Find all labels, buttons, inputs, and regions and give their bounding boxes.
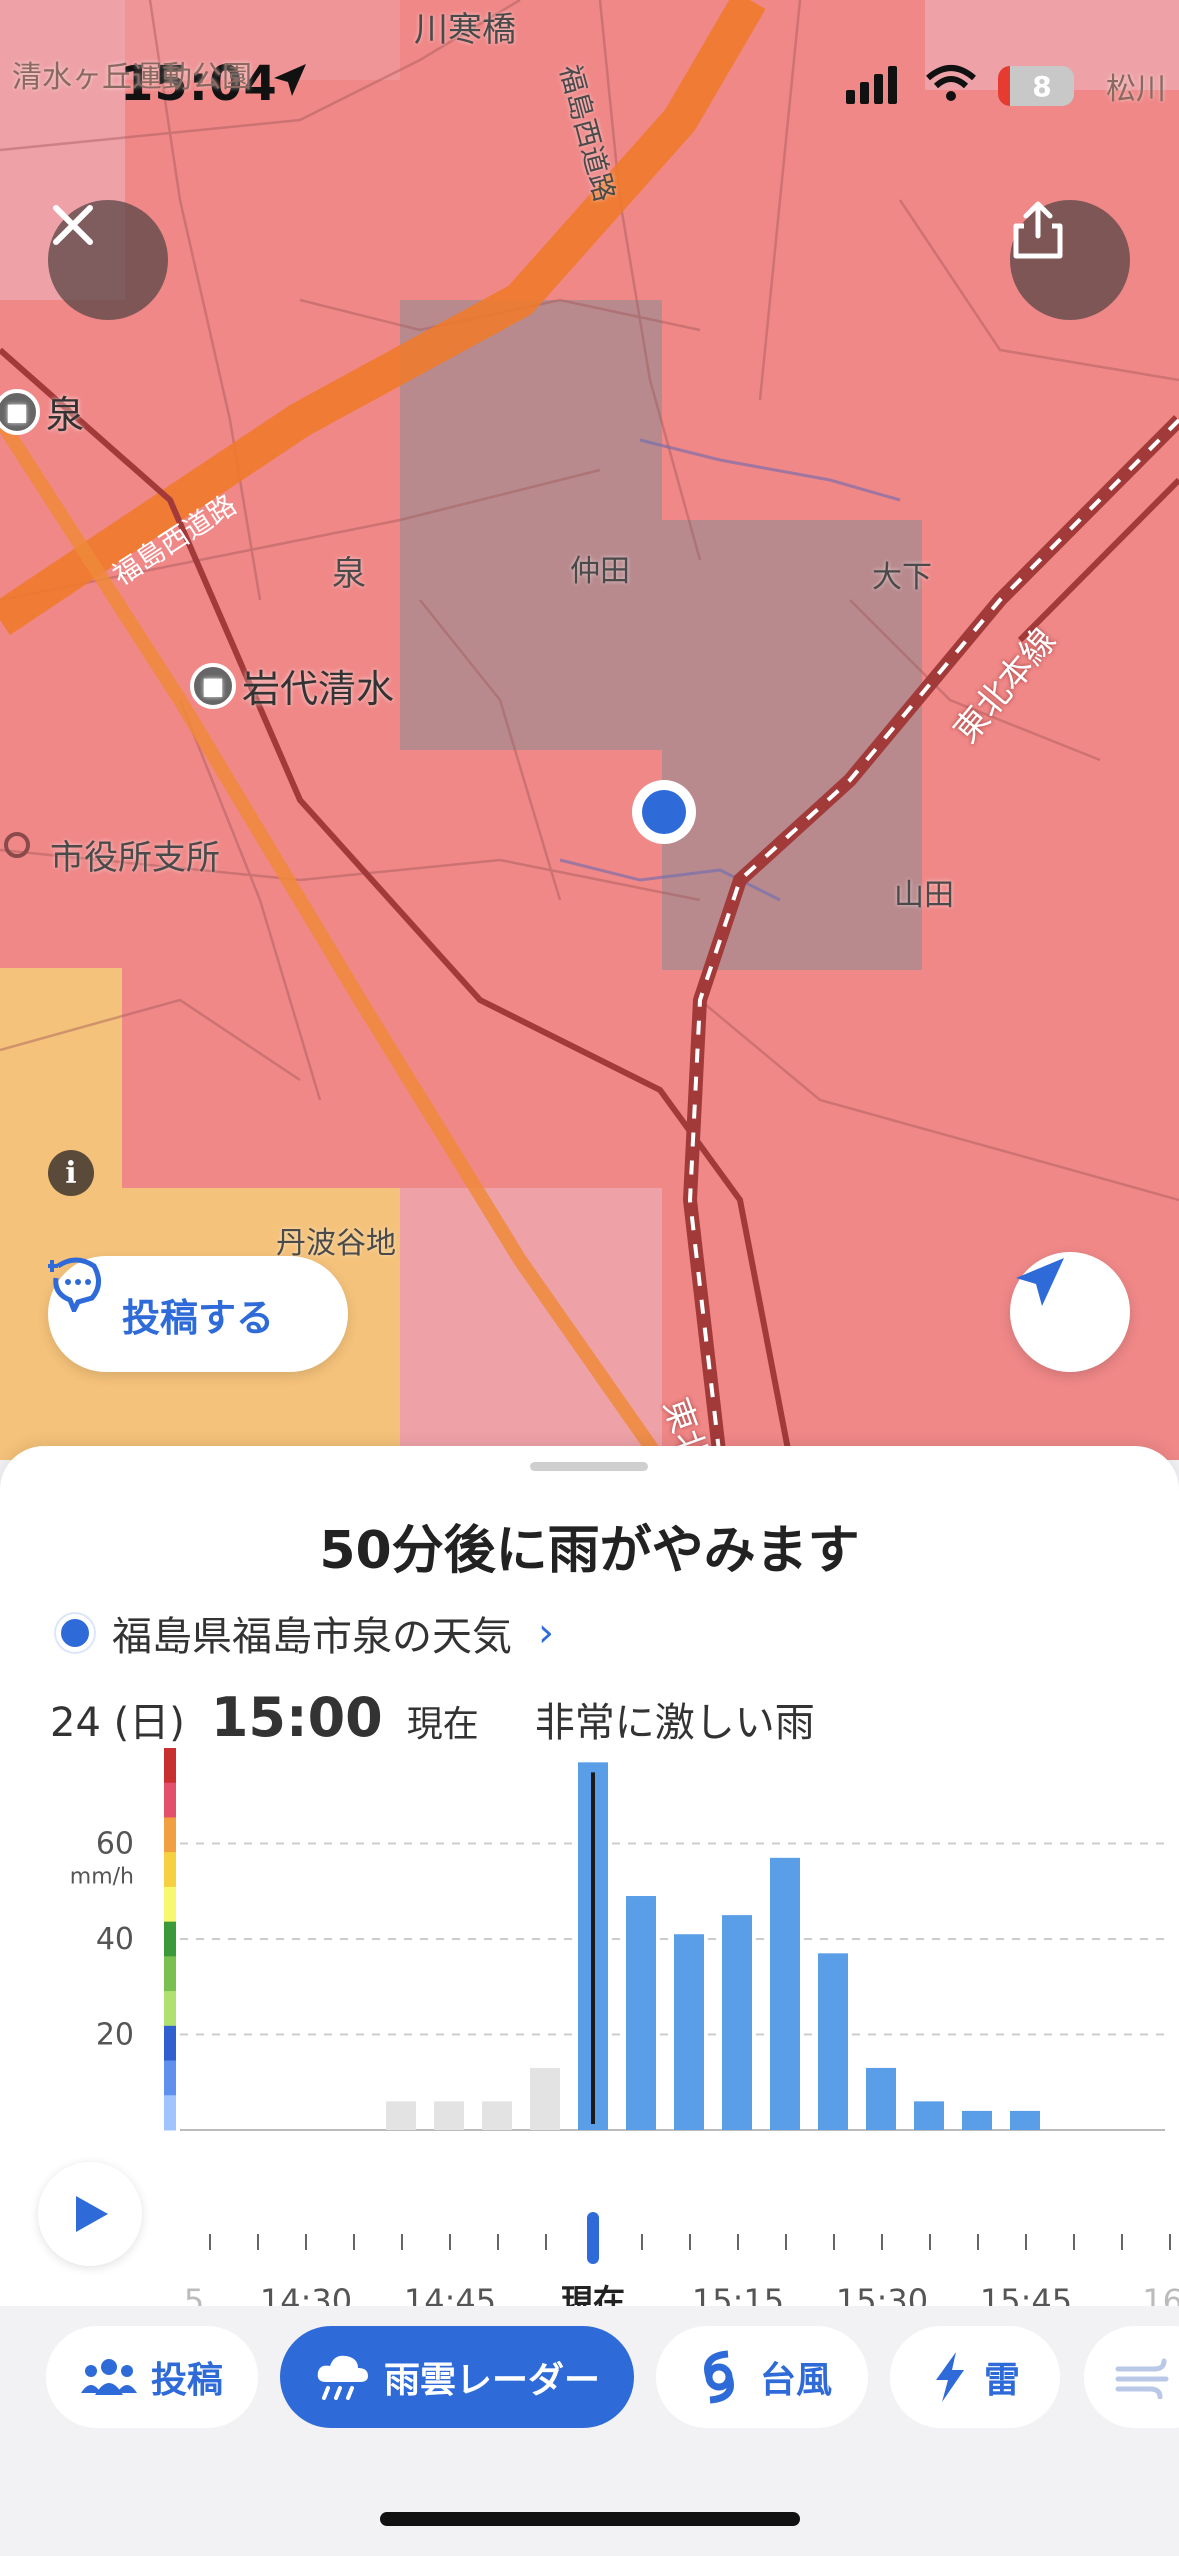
train-station-icon: ■ xyxy=(0,388,40,435)
wind-icon xyxy=(1115,2358,1169,2399)
precip-bar xyxy=(626,1896,656,2130)
timeline-label: 現在 xyxy=(561,2282,625,2306)
rain-stop-headline: 50分後に雨がやみます xyxy=(319,1521,860,1581)
play-icon xyxy=(76,2196,108,2232)
tab-label: 雷 xyxy=(983,2360,1020,2401)
intensity-scale-segment xyxy=(164,1956,176,1992)
battery-level: 8 xyxy=(1032,69,1052,103)
map-label: 仲田 xyxy=(570,554,630,589)
map-canvas xyxy=(0,0,1179,1460)
post-button-label: 投稿する xyxy=(121,1295,274,1340)
branch-office-icon xyxy=(4,832,30,858)
tab-lightning[interactable]: 雷 xyxy=(890,2326,1060,2428)
navigation-arrow-icon xyxy=(1016,1258,1064,1306)
timeline-label: 15:45 xyxy=(980,2282,1072,2306)
y-tick-label: 40 xyxy=(96,1922,134,1957)
station-label: 岩代清水 xyxy=(242,667,395,711)
intensity-scale-segment xyxy=(164,2095,176,2131)
location-name: 福島県福島市泉の天気 xyxy=(112,1614,512,1660)
location-link[interactable]: 福島県福島市泉の天気 › xyxy=(56,1604,554,1662)
intensity-scale-segment xyxy=(164,1852,176,1888)
close-icon xyxy=(53,205,93,245)
sheet-grabber[interactable] xyxy=(530,1462,648,1471)
station-label: 泉 xyxy=(46,393,85,437)
location-dot-icon xyxy=(56,1614,94,1652)
timeline-label: 5 xyxy=(184,2282,204,2306)
y-unit-label: mm/h xyxy=(70,1865,134,1890)
timeline-label: 14:30 xyxy=(260,2282,352,2306)
signal-icon xyxy=(846,66,897,104)
map-label: 清水ヶ丘運動公園 xyxy=(12,60,252,95)
precip-bar xyxy=(866,2067,896,2130)
tab-label: 投稿 xyxy=(150,2360,223,2401)
precip-bar xyxy=(482,2101,512,2130)
y-tick-label: 20 xyxy=(96,2018,134,2053)
date-label: 24 (日) xyxy=(50,1700,185,1746)
tab-rain-radar[interactable]: 雨雲レーダー xyxy=(280,2326,634,2428)
map-label: 大下 xyxy=(872,560,932,595)
tab-post[interactable]: 投稿 xyxy=(46,2326,258,2428)
tab-label: 台風 xyxy=(759,2360,832,2401)
precipitation-chart[interactable]: 20 40 60 mm/h 5 14:30 14:45 現在 15:15 15:30 15:45 16… xyxy=(0,1746,1179,2306)
chat-add-icon xyxy=(48,1257,101,1312)
intensity-scale-segment xyxy=(164,2025,176,2062)
selected-time-row: 24 (日) 15:00 現在 非常に激しい雨 xyxy=(50,1686,815,1749)
tab-label: 雨雲レーダー xyxy=(383,2360,600,2401)
y-tick-label: 60 xyxy=(96,1827,134,1862)
close-button[interactable] xyxy=(48,200,168,320)
precip-bar xyxy=(722,1915,752,2130)
tab-typhoon[interactable]: 台風 xyxy=(656,2326,868,2428)
timeline-scrubber xyxy=(587,2212,599,2264)
precip-bar xyxy=(386,2101,416,2130)
timeline-label: 15:30 xyxy=(836,2282,928,2306)
now-label: 現在 xyxy=(406,1704,479,1745)
map-label: 市役所支所 xyxy=(50,838,220,878)
timeline-label: 16: xyxy=(1142,2282,1179,2306)
chevron-right-icon: › xyxy=(538,1610,554,1656)
map-label: 山田 xyxy=(894,878,954,913)
post-button[interactable]: 投稿する xyxy=(48,1256,348,1372)
wifi-icon xyxy=(926,65,976,101)
precip-bar xyxy=(674,1934,704,2130)
map-label: 松川 xyxy=(1106,72,1166,107)
precip-bar xyxy=(434,2101,464,2130)
intensity-scale-segment xyxy=(164,1782,176,1818)
share-icon xyxy=(1013,201,1063,259)
share-button[interactable] xyxy=(1010,200,1130,320)
precip-bar xyxy=(1010,2110,1040,2130)
tab-wind[interactable] xyxy=(1084,2326,1179,2428)
battery-icon: 8 xyxy=(998,66,1074,106)
intensity-scale-segment xyxy=(164,2060,176,2096)
station-izumi[interactable]: ■ 泉 xyxy=(0,384,84,439)
precip-bar xyxy=(818,1953,848,2130)
precip-bar xyxy=(530,2067,560,2130)
rain-condition: 非常に激しい雨 xyxy=(534,1700,815,1746)
selected-time: 15:00 xyxy=(210,1686,383,1749)
map-label: 泉 xyxy=(332,554,366,594)
intensity-scale-segment xyxy=(164,1748,176,1784)
station-iwashiro-shimizu[interactable]: ■ 岩代清水 xyxy=(190,658,394,713)
typhoon-icon xyxy=(704,2350,734,2404)
people-icon xyxy=(80,2359,137,2395)
location-arrow-icon xyxy=(274,64,306,96)
timeline-label: 14:45 xyxy=(404,2282,496,2306)
timeline-label: 15:15 xyxy=(692,2282,784,2306)
lightning-icon xyxy=(935,2352,964,2402)
intensity-scale-segment xyxy=(164,1991,176,2027)
home-indicator xyxy=(380,2512,800,2526)
info-icon[interactable]: i xyxy=(48,1150,94,1196)
forecast-sheet[interactable]: 50分後に雨がやみます 福島県福島市泉の天気 › 24 (日) 15:00 現在… xyxy=(0,1446,1179,2306)
precip-bar xyxy=(914,2101,944,2130)
intensity-scale-segment xyxy=(164,1817,176,1853)
play-button[interactable] xyxy=(38,2162,142,2266)
intensity-scale-segment xyxy=(164,1921,176,1957)
precip-bar xyxy=(962,2110,992,2130)
intensity-scale-segment xyxy=(164,1886,176,1923)
radar-map[interactable]: 15:04 8 清水ヶ丘運動公園 川寒橋 松川 福島西道路 福島西道路 泉 仲田… xyxy=(0,0,1179,1460)
rain-cloud-icon xyxy=(317,2355,368,2400)
map-label: 川寒橋 xyxy=(414,10,516,50)
current-location-button[interactable] xyxy=(1010,1252,1130,1372)
train-station-icon: ■ xyxy=(190,662,236,709)
precip-bar xyxy=(770,1857,800,2130)
